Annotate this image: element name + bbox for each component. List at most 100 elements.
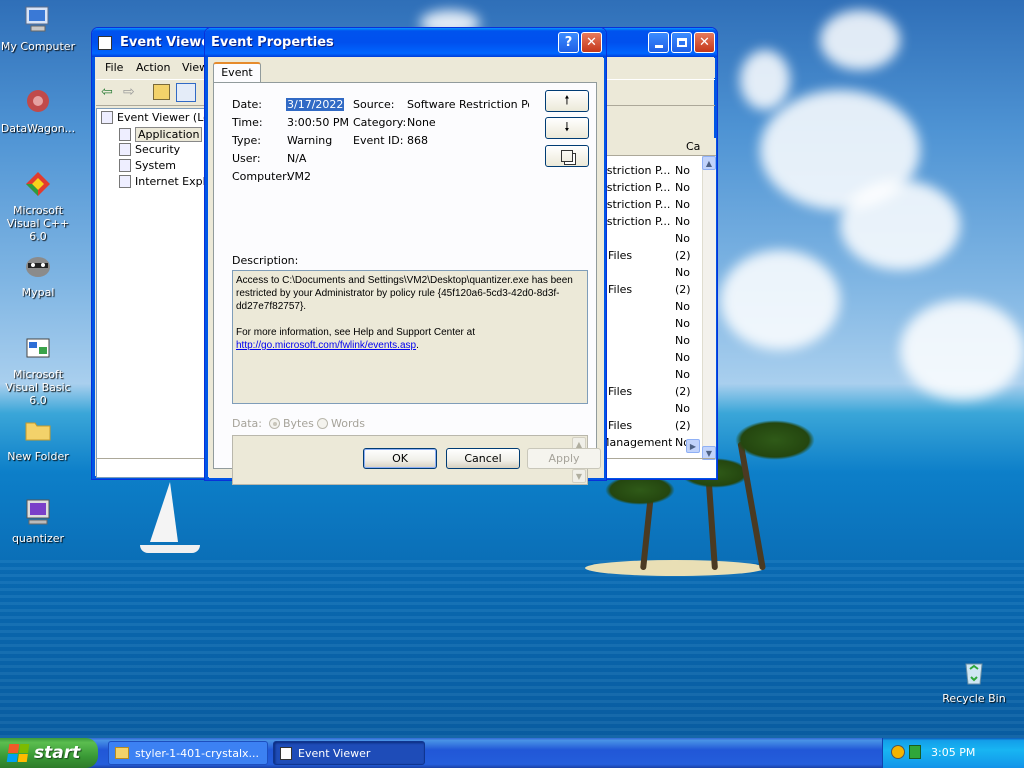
tree-item-system[interactable]: System — [119, 159, 176, 172]
table-row[interactable]: No — [600, 334, 705, 351]
monitor-icon — [22, 496, 54, 528]
event-list: Ca estriction P... No estriction P... No est… — [600, 138, 716, 478]
taskbar-item-folder[interactable]: styler-1-401-crystalx... — [108, 741, 268, 765]
cell-source: r Files — [600, 419, 633, 432]
cancel-button[interactable]: Cancel — [446, 448, 520, 469]
table-row[interactable]: estriction P... No — [600, 198, 705, 215]
column-header-category[interactable]: Ca — [686, 140, 700, 153]
scroll-right-button[interactable]: ▶ — [686, 439, 700, 453]
cell-category: No — [675, 368, 690, 381]
cell-category: No — [675, 164, 690, 177]
maximize-icon — [676, 38, 687, 47]
help-button[interactable]: ? — [558, 32, 579, 53]
radio-empty-icon — [317, 418, 328, 429]
raccoon-icon — [22, 250, 54, 282]
table-row[interactable]: r Files (2) — [600, 249, 705, 266]
clock[interactable]: 3:05 PM — [931, 746, 975, 759]
desktop-icon-visual-basic[interactable]: Microsoft Visual Basic 6.0 — [0, 332, 76, 407]
description-text: Access to C:\Documents and Settings\VM2\… — [236, 275, 573, 312]
tree-item-security[interactable]: Security — [119, 143, 180, 156]
desktop-icon-label: Microsoft Visual Basic 6.0 — [5, 368, 71, 407]
help-link[interactable]: http://go.microsoft.com/fwlink/events.as… — [236, 340, 416, 351]
close-button[interactable]: ✕ — [694, 32, 715, 53]
previous-event-button[interactable]: 🠕 — [545, 90, 589, 112]
island-graphic — [585, 560, 765, 576]
sailboat-graphic — [150, 482, 178, 542]
next-event-button[interactable]: 🠗 — [545, 117, 589, 139]
cell-category: No — [675, 402, 690, 415]
cell-category: No — [675, 198, 690, 211]
start-button[interactable]: start — [0, 738, 98, 768]
date-label: Date: — [232, 98, 262, 111]
desktop-icon-label: My Computer — [0, 40, 76, 53]
forward-arrow-icon[interactable]: ⇨ — [123, 84, 135, 100]
table-row[interactable]: No — [600, 300, 705, 317]
table-row[interactable]: r Files (2) — [600, 385, 705, 402]
tray-network-icon[interactable] — [891, 745, 905, 759]
computer-icon — [22, 4, 54, 36]
desktop-icon-label: DataWagon... — [0, 122, 76, 135]
desktop-icon-new-folder[interactable]: New Folder — [0, 414, 76, 463]
tree-item-internet-explorer[interactable]: Internet Explo — [119, 175, 212, 188]
bytes-radio[interactable]: Bytes — [269, 417, 314, 430]
arrow-up-icon: 🠕 — [564, 92, 570, 107]
words-radio[interactable]: Words — [317, 417, 365, 430]
cell-source: r Files — [600, 249, 633, 262]
log-icon — [119, 175, 131, 188]
cell-category: (2) — [675, 385, 691, 398]
description-more: For more information, see Help and Suppo… — [236, 327, 476, 351]
visual-cpp-icon — [22, 168, 54, 200]
minimize-button[interactable] — [648, 32, 669, 53]
ok-button[interactable]: OK — [363, 448, 437, 469]
menu-file[interactable]: File — [105, 61, 123, 74]
table-row[interactable]: r Files (2) — [600, 419, 705, 436]
event-viewer-icon — [280, 746, 292, 760]
event-list-scrollbar[interactable]: ▲ ▼ — [702, 156, 716, 460]
visual-basic-icon — [22, 332, 54, 364]
desktop-icon-my-computer[interactable]: My Computer — [0, 4, 76, 53]
log-icon — [119, 159, 131, 172]
up-folder-icon[interactable] — [153, 84, 170, 100]
date-value[interactable]: 3/17/2022 — [286, 98, 345, 111]
tray-app-icon[interactable] — [909, 745, 921, 759]
description-box[interactable]: Access to C:\Documents and Settings\VM2\… — [232, 270, 588, 404]
time-value: 3:00:50 PM — [287, 116, 350, 129]
taskbar-item-event-viewer[interactable]: Event Viewer — [273, 741, 425, 765]
table-row[interactable]: estriction P... No — [600, 215, 705, 232]
tree-root[interactable]: Event Viewer (Loc — [101, 111, 216, 124]
table-row[interactable]: No — [600, 317, 705, 334]
scroll-up-button[interactable]: ▲ — [702, 156, 716, 170]
data-scroll-down-button[interactable]: ▼ — [572, 469, 586, 483]
dialog-close-button[interactable]: ✕ — [581, 32, 602, 53]
maximize-button[interactable] — [671, 32, 692, 53]
menu-action[interactable]: Action — [136, 61, 170, 74]
user-value: N/A — [287, 152, 307, 165]
dialog-titlebar[interactable]: Event Properties — [205, 28, 606, 57]
table-row[interactable]: r Files (2) — [600, 283, 705, 300]
cell-source: r Files — [600, 385, 633, 398]
desktop-icon-visual-cpp[interactable]: Microsoft Visual C++ 6.0 — [0, 168, 76, 243]
back-arrow-icon[interactable]: ⇦ — [101, 84, 113, 100]
user-label: User: — [232, 152, 261, 165]
table-row[interactable]: No — [600, 368, 705, 385]
desktop-icon-datawagon[interactable]: DataWagon... — [0, 86, 76, 135]
desktop-icon-mypal[interactable]: Mypal — [0, 250, 76, 299]
apply-button[interactable]: Apply — [527, 448, 601, 469]
show-tree-icon[interactable] — [176, 83, 196, 102]
table-row[interactable]: No — [600, 351, 705, 368]
copy-event-button[interactable] — [545, 145, 589, 167]
desktop-icon-label: quantizer — [11, 532, 65, 545]
desktop-icon-quantizer[interactable]: quantizer — [0, 496, 76, 545]
table-row[interactable]: No — [600, 232, 705, 249]
category-value: None — [407, 116, 436, 129]
table-row[interactable]: estriction P... No — [600, 164, 705, 181]
tree-item-application[interactable]: Application — [119, 127, 203, 142]
description-label: Description: — [232, 254, 299, 267]
tab-event[interactable]: Event — [213, 62, 261, 83]
table-row[interactable]: No — [600, 266, 705, 283]
cell-category: (2) — [675, 283, 691, 296]
table-row[interactable]: No — [600, 402, 705, 419]
desktop-icon-recycle-bin[interactable]: Recycle Bin — [936, 656, 1012, 705]
data-label: Data: — [232, 417, 262, 430]
table-row[interactable]: estriction P... No — [600, 181, 705, 198]
